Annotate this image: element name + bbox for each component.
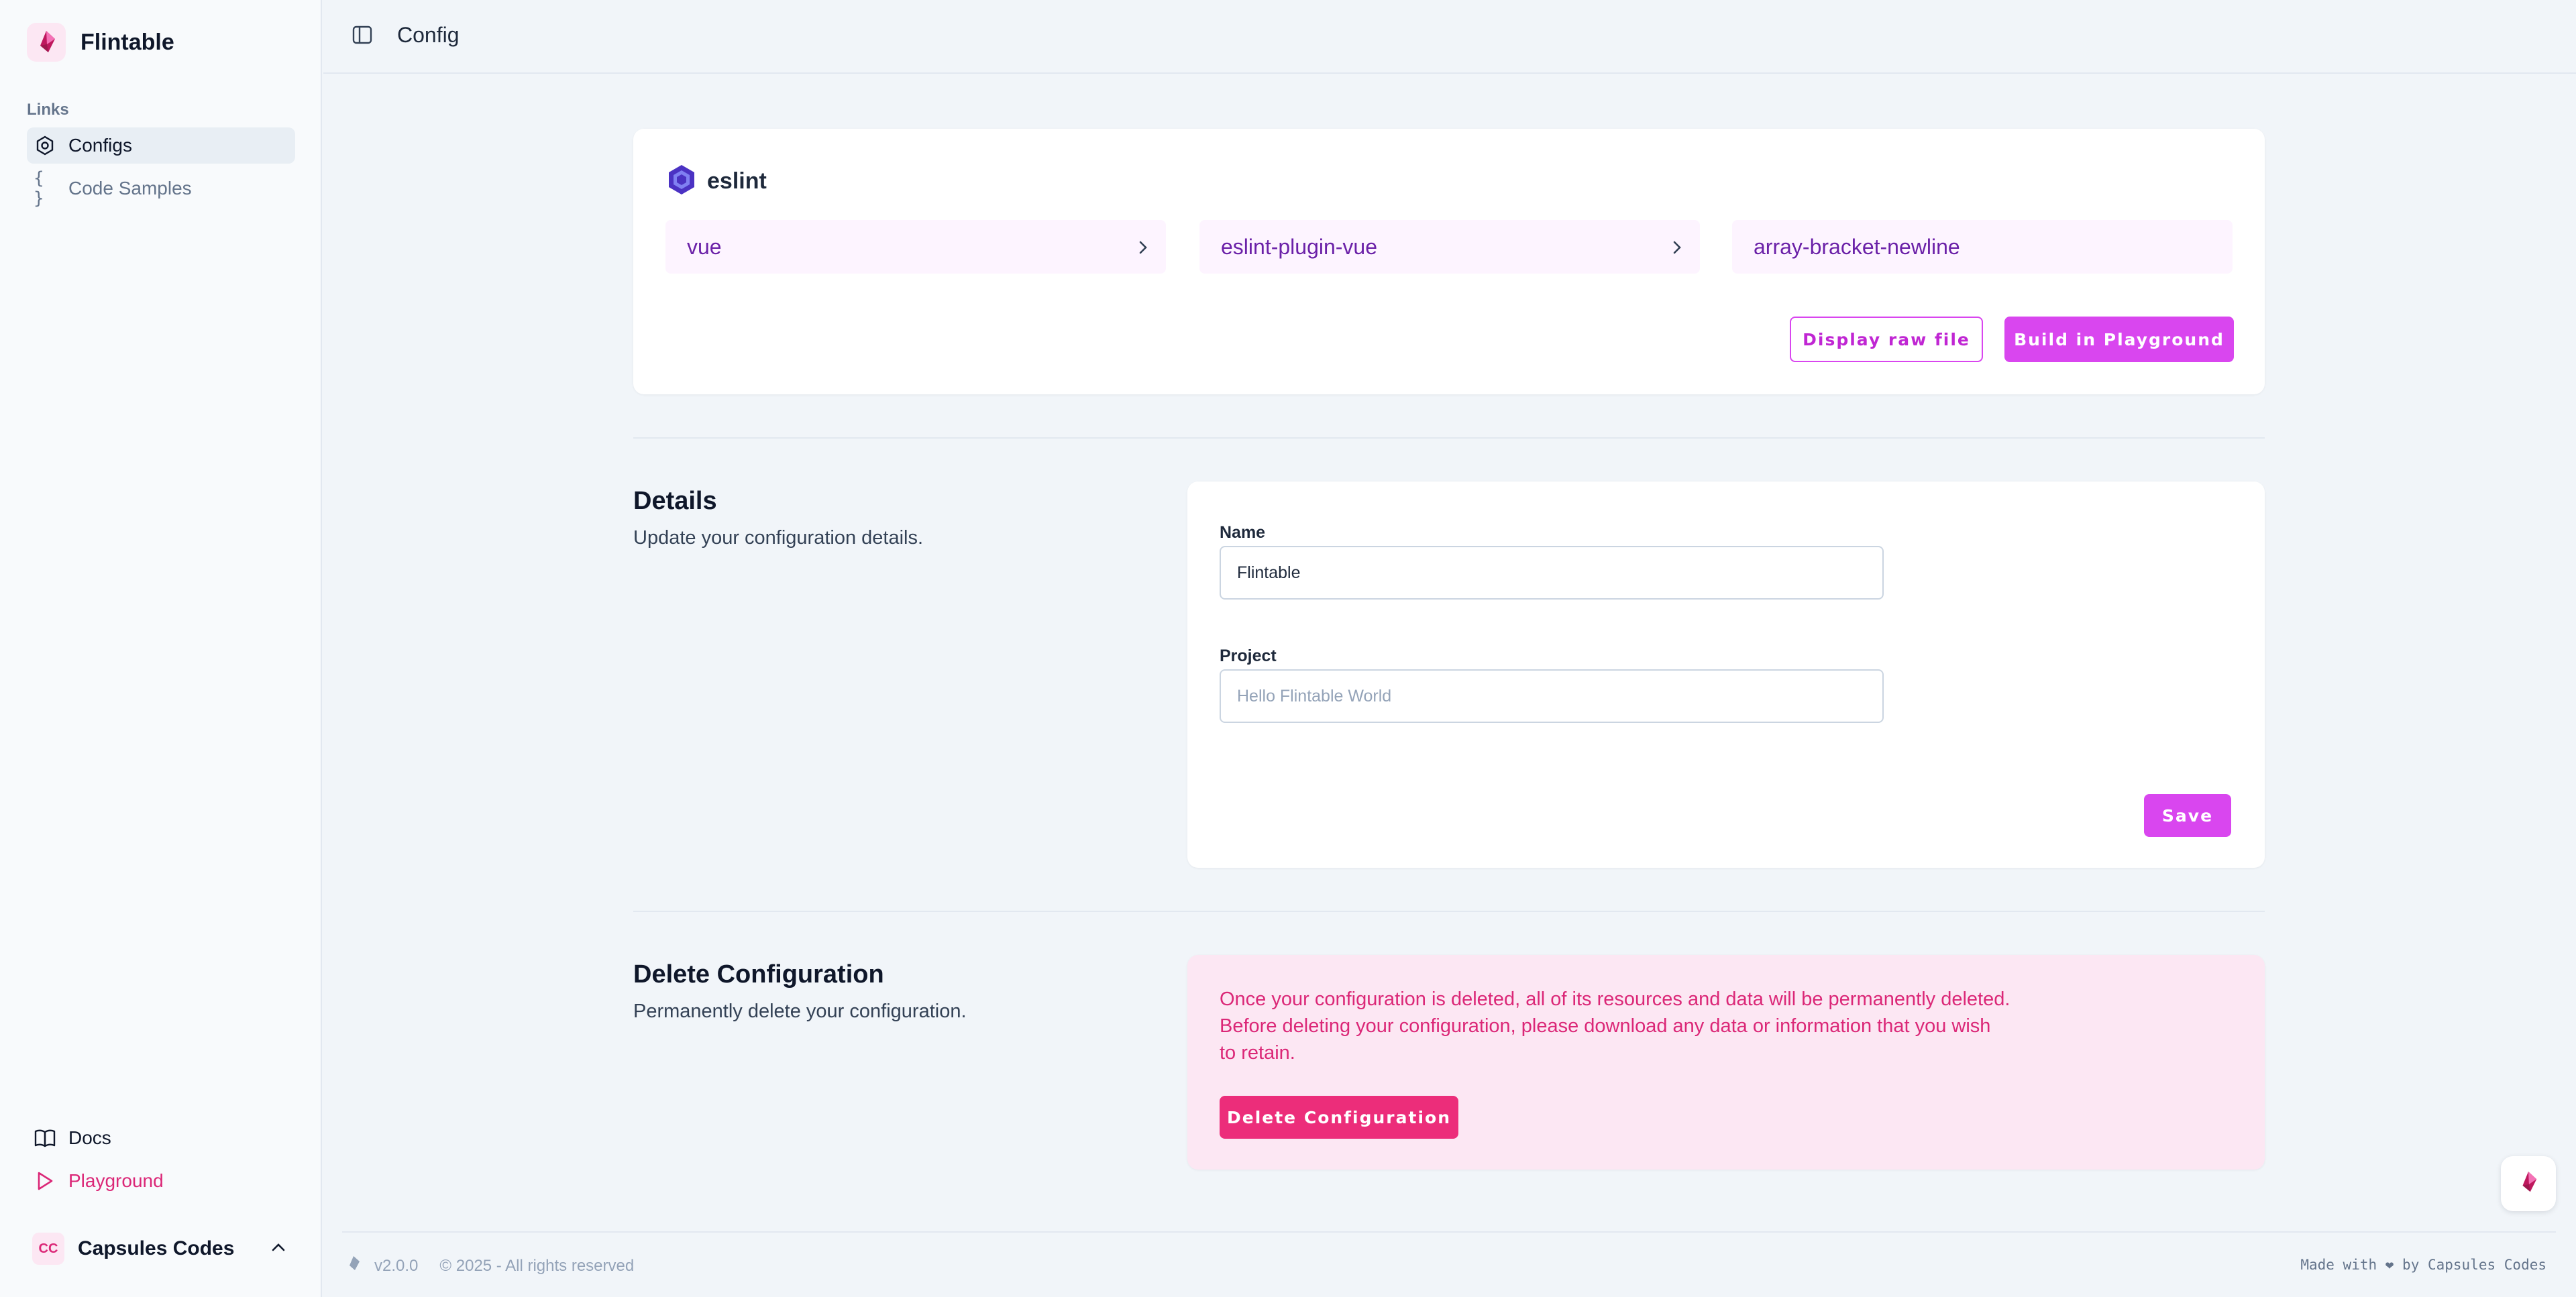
version-label: v2.0.0 (374, 1256, 419, 1275)
sidebar-toggle-button[interactable] (349, 23, 376, 50)
play-icon (34, 1170, 56, 1192)
chevron-up-icon (271, 1243, 286, 1255)
breadcrumb-item-vue[interactable]: vue (665, 220, 1166, 274)
copyright-label: © 2025 - All rights reserved (439, 1256, 635, 1275)
name-input[interactable] (1220, 546, 1884, 600)
details-description: Update your configuration details. (633, 527, 924, 549)
section-divider (633, 437, 2265, 439)
avatar: CC (32, 1233, 64, 1265)
name-label: Name (1220, 523, 1266, 542)
project-label: Project (1220, 646, 1277, 665)
page-title: Config (397, 23, 460, 47)
delete-description: Permanently delete your configuration. (633, 1001, 967, 1022)
section-divider (633, 911, 2265, 912)
footer-info: v2.0.0 © 2025 - All rights reserved (346, 1255, 634, 1276)
sidebar-toggle-icon (352, 25, 372, 48)
chevron-right-icon (1672, 237, 1682, 262)
delete-title: Delete Configuration (633, 960, 884, 989)
brand[interactable]: Flintable (27, 23, 174, 62)
delete-configuration-button[interactable]: Delete Configuration (1220, 1096, 1458, 1139)
delete-card: Once your configuration is deleted, all … (1187, 955, 2265, 1170)
breadcrumb-label: array-bracket-newline (1754, 234, 1960, 259)
breadcrumb-item-eslint-plugin-vue[interactable]: eslint-plugin-vue (1199, 220, 1700, 274)
hexagon-gear-icon (34, 134, 56, 157)
user-name: Capsules Codes (78, 1237, 235, 1259)
app-name: Flintable (80, 29, 174, 55)
flintable-logo-icon (27, 23, 66, 62)
breadcrumb-item-rule[interactable]: array-bracket-newline (1732, 220, 2233, 274)
sidebar-item-playground[interactable]: Playground (27, 1163, 295, 1199)
config-overview-card: eslint vue eslint-plugin-vue array-brack… (633, 129, 2265, 394)
user-menu[interactable]: CC Capsules Codes (27, 1229, 295, 1269)
breadcrumb-label: eslint-plugin-vue (1221, 234, 1378, 259)
sidebar-item-configs[interactable]: Configs (27, 127, 295, 164)
tool-header: eslint (665, 164, 767, 199)
sidebar-item-docs[interactable]: Docs (27, 1120, 295, 1156)
floating-flintable-button[interactable] (2501, 1156, 2556, 1211)
footer-logo-icon (346, 1255, 361, 1276)
top-bar: Config (323, 0, 2576, 74)
details-title: Details (633, 487, 717, 515)
links-label: Links (27, 101, 69, 119)
details-card: Name Project Save (1187, 482, 2265, 868)
footer-divider (342, 1231, 2556, 1233)
braces-icon: { } (34, 168, 44, 209)
delete-warning-text: Once your configuration is deleted, all … (1220, 989, 2010, 1064)
chevron-right-icon (1138, 237, 1148, 262)
tool-name: eslint (707, 168, 767, 194)
eslint-icon (665, 164, 698, 199)
build-in-playground-button[interactable]: Build in Playground (2004, 317, 2234, 362)
sidebar-item-label: Playground (68, 1170, 164, 1191)
sidebar-item-label: Docs (68, 1127, 111, 1148)
project-input[interactable] (1220, 669, 1884, 723)
save-button[interactable]: Save (2144, 794, 2231, 837)
flintable-logo-icon (2518, 1170, 2539, 1198)
breadcrumb-label: vue (687, 234, 722, 259)
made-with-label: Made with ❤ by Capsules Codes (2300, 1257, 2546, 1273)
sidebar: Flintable Links Configs { } Code Samples… (0, 0, 322, 1297)
sidebar-item-label: Configs (68, 135, 132, 156)
display-raw-file-button[interactable]: Display raw file (1790, 317, 1983, 362)
sidebar-item-label: Code Samples (68, 178, 192, 199)
book-icon (34, 1127, 56, 1149)
sidebar-item-code-samples[interactable]: { } Code Samples (27, 168, 295, 209)
